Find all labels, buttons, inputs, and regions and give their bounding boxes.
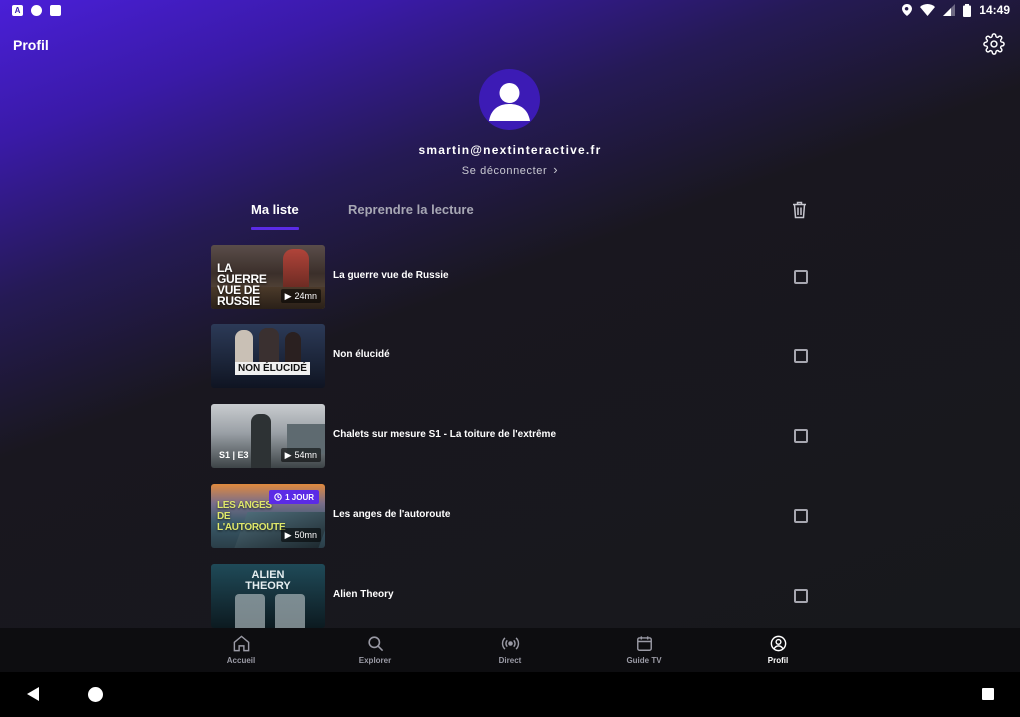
wifi-icon (920, 4, 936, 16)
availability-badge: 1 JOUR (269, 490, 319, 504)
item-checkbox[interactable] (794, 270, 808, 284)
list-item[interactable]: Non élucidé Non élucidé (211, 324, 811, 388)
item-title: La guerre vue de Russie (333, 270, 449, 281)
duration-badge: ▶ 50mn (280, 528, 321, 542)
bottom-navigation: Accueil Explorer Direct Guide TV Profil (0, 628, 1020, 672)
nav-profil[interactable]: Profil (728, 628, 828, 672)
active-tab-indicator (251, 227, 299, 230)
sd-card-icon (50, 4, 61, 16)
thumbnail-title: La guerre vue de Russie (217, 261, 267, 308)
delete-button[interactable] (792, 201, 809, 219)
recent-apps-button[interactable] (982, 688, 994, 700)
item-title: Chalets sur mesure S1 - La toiture de l'… (333, 429, 557, 440)
item-title: Non élucidé (333, 349, 390, 360)
calendar-icon (636, 636, 652, 651)
back-icon[interactable] (25, 686, 41, 702)
logout-label: Se déconnecter (461, 165, 548, 177)
nav-direct[interactable]: Direct (460, 628, 560, 672)
profile-icon (770, 635, 786, 652)
list-item[interactable]: La guerre vue de Russie ▶ 24mn La guerre … (211, 245, 811, 309)
thumbnail: Non élucidé (211, 324, 325, 388)
play-icon: ▶ (284, 529, 292, 540)
home-icon (233, 635, 249, 652)
broadcast-icon (501, 637, 519, 650)
item-checkbox[interactable] (794, 349, 808, 363)
location-icon (902, 4, 913, 16)
signal-icon (943, 4, 956, 16)
item-title: Les anges de l'autoroute (333, 509, 451, 520)
nav-explorer[interactable]: Explorer (325, 628, 425, 672)
notification-a-icon: A (12, 4, 23, 16)
play-icon: ▶ (284, 290, 292, 301)
settings-button[interactable] (983, 33, 1005, 55)
list-item[interactable]: Les anges de l'autoroute 1 JOUR ▶ 50mn Le… (211, 484, 811, 548)
status-bar: A 14:49 (0, 0, 1020, 20)
nav-accueil[interactable]: Accueil (191, 628, 291, 672)
logout-link[interactable]: Se déconnecter › (0, 162, 1020, 177)
notification-circle-icon (31, 4, 42, 16)
list-item[interactable]: S1 | E3 ▶ 54mn Chalets sur mesure S1 - La… (211, 404, 811, 468)
trash-icon (793, 201, 806, 219)
duration-badge: ▶ 24mn (280, 289, 321, 303)
gear-icon (983, 33, 1005, 55)
page-title: Profil (13, 37, 49, 53)
nav-guide-tv[interactable]: Guide TV (594, 628, 694, 672)
chevron-right-icon: › (553, 162, 559, 177)
home-button[interactable] (88, 687, 103, 702)
thumbnail-title: Non élucidé (235, 362, 310, 375)
tab-ma-liste[interactable]: Ma liste (251, 202, 299, 217)
list-item[interactable]: Alien Theory Alien Theory (211, 564, 811, 628)
clock-icon (274, 493, 282, 501)
avatar (479, 69, 540, 130)
thumbnail: Alien Theory (211, 564, 325, 628)
episode-label: S1 | E3 (219, 450, 249, 460)
status-time: 14:49 (979, 3, 1010, 17)
tab-reprendre-la-lecture[interactable]: Reprendre la lecture (348, 202, 474, 217)
thumbnail-title: Les anges de l'autoroute (217, 500, 286, 533)
search-icon (367, 636, 383, 652)
system-navigation-bar (0, 672, 1020, 717)
thumbnail: Les anges de l'autoroute 1 JOUR ▶ 50mn (211, 484, 325, 548)
item-title: Alien Theory (333, 589, 394, 600)
item-checkbox[interactable] (794, 429, 808, 443)
thumbnail: S1 | E3 ▶ 54mn (211, 404, 325, 468)
thumbnail-title: Alien Theory (245, 569, 291, 592)
duration-badge: ▶ 54mn (280, 448, 321, 462)
play-icon: ▶ (284, 449, 292, 460)
battery-icon (963, 3, 972, 17)
user-email: smartin@nextinteractive.fr (418, 143, 602, 157)
user-icon (489, 83, 530, 121)
item-checkbox[interactable] (794, 589, 808, 603)
thumbnail: La guerre vue de Russie ▶ 24mn (211, 245, 325, 309)
item-checkbox[interactable] (794, 509, 808, 523)
